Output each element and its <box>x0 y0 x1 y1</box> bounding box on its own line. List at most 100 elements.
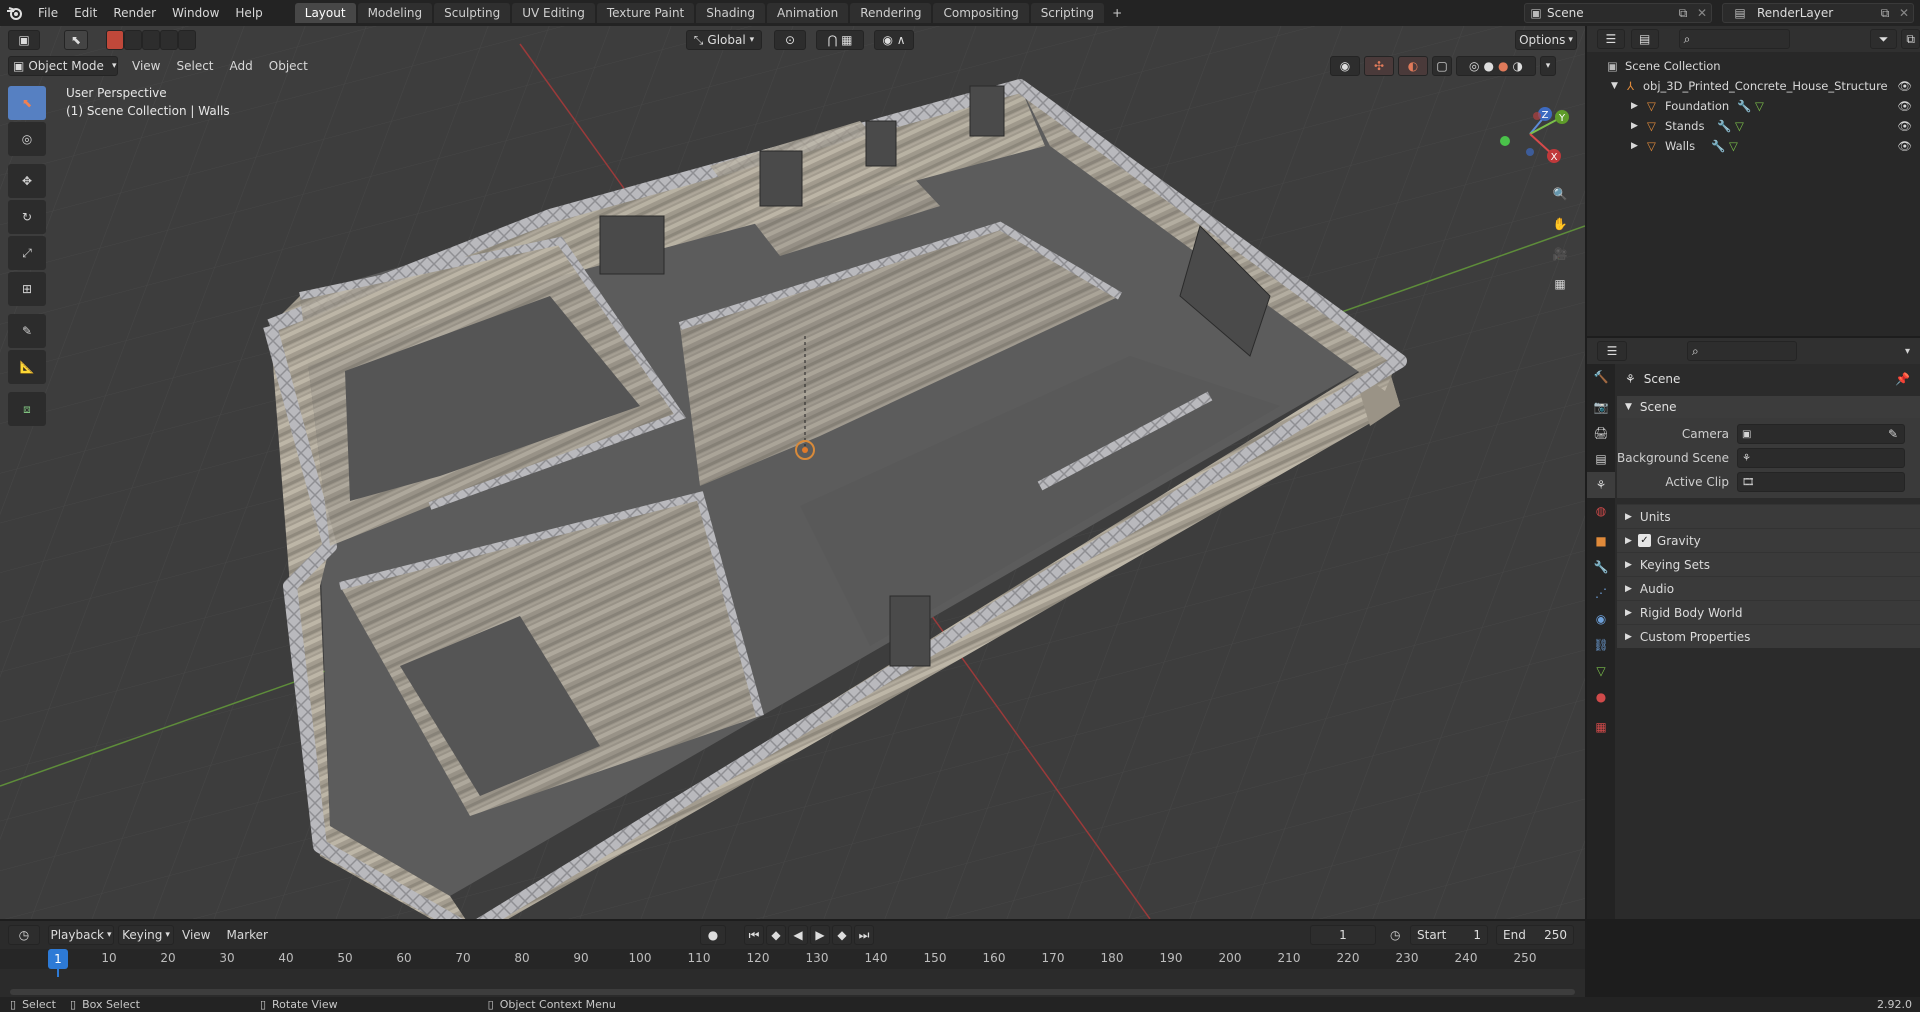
transform-orientation-dropdown[interactable]: ⤡ Global ▾ <box>686 30 762 50</box>
tab-scripting[interactable]: Scripting <box>1030 3 1105 23</box>
tab-sculpting[interactable]: Sculpting <box>434 3 511 23</box>
tab-shading[interactable]: Shading <box>696 3 765 23</box>
background-scene-field[interactable]: ⚘ <box>1737 448 1905 468</box>
tab-layout[interactable]: Layout <box>294 3 356 23</box>
scene-selector[interactable]: ▣ Scene ⧉ ✕ <box>1524 3 1712 23</box>
tab-object[interactable]: ■ <box>1587 528 1615 554</box>
viewport-canvas[interactable] <box>0 26 1585 919</box>
gravity-checkbox[interactable]: ✓ <box>1637 534 1651 547</box>
mesh-data-icon[interactable]: ▽ <box>1729 139 1738 153</box>
pin-icon[interactable]: 📌 <box>1895 372 1910 386</box>
tab-tool[interactable]: 🔨 <box>1587 364 1615 390</box>
start-frame-field[interactable]: Start 1 <box>1410 925 1488 945</box>
eye-icon[interactable]: 👁 <box>1897 139 1912 153</box>
jump-end-button[interactable]: ⏭ <box>854 925 874 945</box>
delete-scene-icon[interactable]: ✕ <box>1693 6 1711 20</box>
frame-ruler[interactable]: 1102030405060708090100110120130140150160… <box>0 949 1585 969</box>
tab-physics[interactable]: ◉ <box>1587 606 1615 632</box>
mesh-data-icon[interactable]: ▽ <box>1735 119 1744 133</box>
menu-edit[interactable]: Edit <box>66 0 105 26</box>
outliner-item-walls[interactable]: ▶ ▽ Walls 🔧 ▽ 👁 <box>1587 136 1920 156</box>
record-button[interactable]: ● <box>700 925 726 945</box>
tab-particles[interactable]: ⋰ <box>1587 580 1615 606</box>
eye-icon[interactable]: 👁 <box>1897 99 1912 113</box>
options-dropdown[interactable]: Options ▾ <box>1515 30 1577 50</box>
view-layer-selector[interactable]: ▤ RenderLayer ⧉ ✕ <box>1722 3 1914 23</box>
keying-sets-panel[interactable]: ▶ Keying Sets <box>1617 552 1920 576</box>
playback-menu[interactable]: Playback ▾ <box>48 925 114 945</box>
timeline-menu-marker[interactable]: Marker <box>218 928 275 942</box>
shading-options[interactable]: ▾ <box>1540 56 1556 76</box>
new-view-layer-icon[interactable]: ⧉ <box>1875 6 1895 21</box>
select-subtract-icon[interactable] <box>142 30 160 50</box>
tool-select-box[interactable]: ⬉ <box>8 86 46 120</box>
add-workspace-button[interactable]: + <box>1106 3 1128 23</box>
current-frame-field[interactable]: 1 <box>1310 925 1376 945</box>
ortho-toggle-button[interactable]: ▦ <box>1546 270 1574 298</box>
tab-uv-editing[interactable]: UV Editing <box>512 3 595 23</box>
display-mode-button[interactable]: ▤ <box>1630 29 1659 49</box>
zoom-view-button[interactable]: 🔍 <box>1546 180 1574 208</box>
xray-toggle[interactable]: ▢ <box>1432 56 1452 76</box>
end-frame-field[interactable]: End 250 <box>1496 925 1574 945</box>
outliner-search[interactable]: ⌕ <box>1678 29 1790 49</box>
proportional-edit-button[interactable]: ◉ ∧ <box>874 30 914 50</box>
eye-icon[interactable]: 👁 <box>1897 79 1912 93</box>
properties-search[interactable]: ⌕ <box>1687 341 1797 361</box>
wrench-icon[interactable]: 🔧 <box>1717 119 1735 133</box>
wrench-icon[interactable]: 🔧 <box>1737 99 1755 113</box>
pan-view-button[interactable]: ✋ <box>1546 210 1574 238</box>
gizmo-toggle[interactable]: ✣ <box>1364 56 1394 76</box>
eyedropper-icon[interactable]: ✎ <box>1888 427 1898 441</box>
audio-panel[interactable]: ▶ Audio <box>1617 576 1920 600</box>
wireframe-icon[interactable]: ◎ <box>1469 59 1479 73</box>
playhead[interactable]: 1 <box>48 949 68 969</box>
menu-file[interactable]: File <box>30 0 66 26</box>
play-reverse-button[interactable]: ◀ <box>788 925 808 945</box>
blender-logo-icon[interactable] <box>0 0 30 26</box>
new-collection-button[interactable]: ⧉ <box>1901 29 1920 49</box>
timeline-menu-view[interactable]: View <box>174 928 218 942</box>
rendered-icon[interactable]: ◑ <box>1512 59 1522 73</box>
tool-transform[interactable]: ⊞ <box>8 272 46 306</box>
rigid-body-world-panel[interactable]: ▶ Rigid Body World <box>1617 600 1920 624</box>
keying-menu[interactable]: Keying ▾ <box>118 925 174 945</box>
wrench-icon[interactable]: 🔧 <box>1711 139 1729 153</box>
jump-start-button[interactable]: ⏮ <box>744 925 764 945</box>
tab-texture[interactable]: ▦ <box>1587 714 1615 740</box>
next-keyframe-button[interactable]: ◆ <box>832 925 852 945</box>
overlays-toggle[interactable]: ◐ <box>1398 56 1428 76</box>
vp-menu-select[interactable]: Select <box>168 59 221 73</box>
solid-icon[interactable]: ● <box>1484 59 1494 73</box>
outliner-object-root[interactable]: ▼ ⅄ obj_3D_Printed_Concrete_House_Struct… <box>1587 76 1920 96</box>
tab-scene[interactable]: ⚘ <box>1587 472 1615 498</box>
play-button[interactable]: ▶ <box>810 925 830 945</box>
filter-button[interactable]: ⏷ <box>1869 29 1898 49</box>
menu-render[interactable]: Render <box>105 0 164 26</box>
tool-move[interactable]: ✥ <box>8 164 46 198</box>
camera-field[interactable]: ▣ ✎ <box>1737 424 1905 444</box>
select-invert-icon[interactable] <box>160 30 178 50</box>
outliner-editor-type[interactable]: ☰ <box>1597 29 1625 49</box>
navigation-gizmo[interactable]: Z Y X <box>1490 94 1570 174</box>
custom-properties-panel[interactable]: ▶ Custom Properties <box>1617 624 1920 648</box>
tool-measure[interactable]: 📐 <box>8 350 46 384</box>
mesh-data-icon[interactable]: ▽ <box>1755 99 1764 113</box>
tab-texture-paint[interactable]: Texture Paint <box>596 3 695 23</box>
expand-right-icon[interactable]: ▶ <box>1631 121 1647 131</box>
tool-rotate[interactable]: ↻ <box>8 200 46 234</box>
prev-keyframe-button[interactable]: ◆ <box>766 925 786 945</box>
tab-output[interactable]: 🖨 <box>1587 420 1615 446</box>
tool-annotate[interactable]: ✎ <box>8 314 46 348</box>
select-new-icon[interactable] <box>106 30 124 50</box>
tab-modeling[interactable]: Modeling <box>357 3 433 23</box>
editor-type-button[interactable]: ▣ <box>8 30 40 50</box>
delete-view-layer-icon[interactable]: ✕ <box>1895 6 1913 20</box>
tool-add-cube[interactable]: ⧈ <box>8 392 46 426</box>
outliner-item-stands[interactable]: ▶ ▽ Stands 🔧 ▽ 👁 <box>1587 116 1920 136</box>
snap-button[interactable]: ⋂ ▦ <box>816 30 864 50</box>
expand-right-icon[interactable]: ▶ <box>1631 101 1647 111</box>
object-mode-dropdown[interactable]: ▣ Object Mode ▾ <box>8 56 118 76</box>
visibility-toggle[interactable]: ◉ <box>1330 56 1360 76</box>
tab-modifiers[interactable]: 🔧 <box>1587 554 1615 580</box>
